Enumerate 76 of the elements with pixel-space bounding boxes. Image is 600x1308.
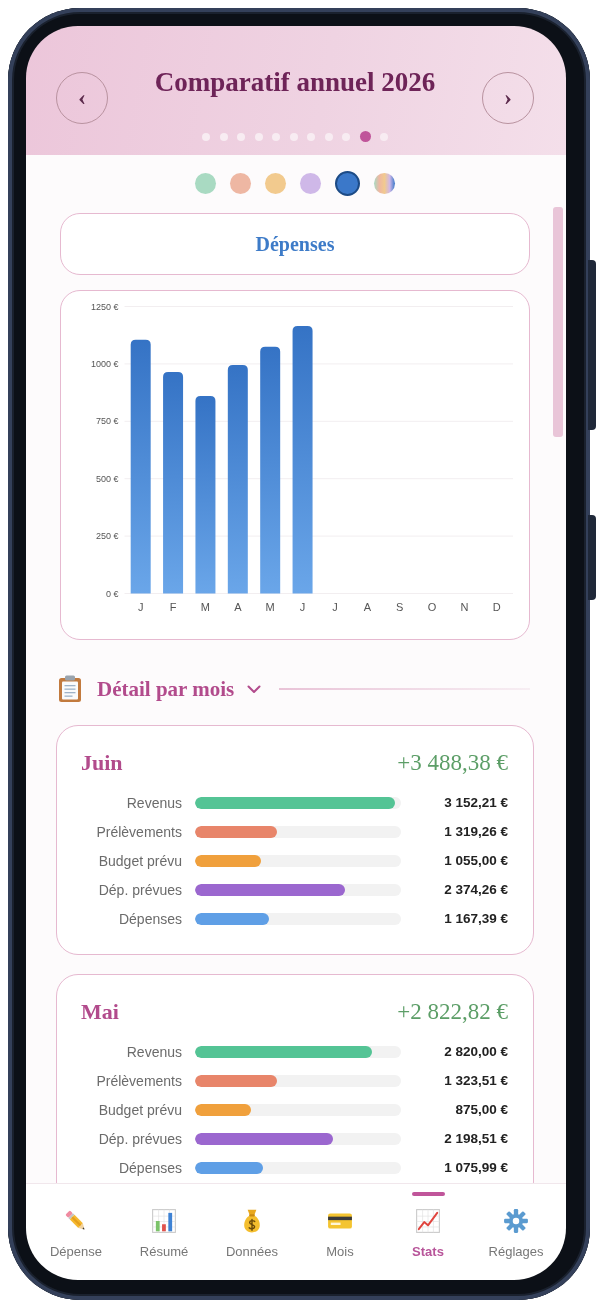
y-axis-label: 500 € (95, 473, 119, 484)
chevron-down-icon[interactable] (247, 684, 262, 694)
x-axis-label: M (200, 601, 210, 613)
row-label: Dép. prévues (97, 1130, 182, 1147)
row-amount: 2 374,26 € (443, 882, 508, 897)
x-axis-label: F (169, 601, 177, 613)
section-title[interactable]: Détail par mois (97, 676, 235, 702)
gear-icon[interactable] (503, 1208, 529, 1234)
page-title: Comparatif annuel 2026 (154, 66, 436, 98)
x-axis-label: A (234, 601, 242, 613)
y-axis-label: 1250 € (90, 301, 119, 312)
row-label: Budget prévu (97, 852, 182, 869)
month-name: Juin (81, 750, 123, 776)
page-dot-icon[interactable] (254, 132, 263, 141)
nav-tab[interactable]: Données (208, 1184, 296, 1280)
page-dot-icon[interactable] (359, 131, 371, 142)
nav-tab[interactable]: Mois (296, 1184, 384, 1280)
line-chart-icon[interactable] (415, 1208, 441, 1234)
y-axis-label: 0 € (106, 588, 119, 599)
color-swatch-icon[interactable] (230, 172, 251, 194)
row-label: Budget prévu (97, 1101, 182, 1118)
page-dot-icon[interactable] (237, 132, 245, 141)
row-label: Dép. prévues (97, 881, 182, 898)
x-axis-label: N (460, 601, 469, 613)
row-amount: 875,00 € (454, 1102, 508, 1117)
x-axis-label: J (299, 601, 306, 613)
row-label: Prélèvements (95, 823, 182, 840)
month-balance: +3 488,38 € (397, 750, 508, 776)
side-button[interactable] (588, 260, 596, 430)
nav-tab[interactable]: Dépense (32, 1184, 120, 1280)
page-dot-icon[interactable] (307, 132, 315, 141)
nav-tab[interactable]: Stats (384, 1184, 472, 1280)
page-dot-icon[interactable] (289, 132, 298, 141)
page-dot-icon[interactable] (324, 132, 333, 141)
x-axis-label: A (363, 601, 371, 613)
row-amount: 2 198,51 € (443, 1131, 508, 1146)
y-axis-label: 250 € (95, 531, 119, 542)
row-label: Prélèvements (95, 1072, 182, 1089)
y-axis-label: 1000 € (90, 358, 119, 369)
row-label: Dépenses (117, 910, 182, 927)
color-swatch-icon[interactable] (335, 170, 360, 196)
bar-chart-icon[interactable] (151, 1208, 177, 1234)
row-amount: 1 055,00 € (443, 853, 508, 868)
x-axis-label: D (492, 601, 501, 613)
scrollbar-thumb[interactable] (553, 207, 563, 437)
nav-tab[interactable]: Résumé (120, 1184, 208, 1280)
color-swatch-icon[interactable] (265, 172, 286, 194)
y-axis-label: 750 € (95, 416, 119, 427)
side-button[interactable] (588, 515, 596, 600)
page-dot-icon[interactable] (202, 132, 210, 141)
month-name: Mai (81, 999, 119, 1025)
row-amount: 1 075,99 € (443, 1160, 508, 1175)
color-swatch-icon[interactable] (374, 172, 395, 194)
clipboard-icon (58, 675, 82, 703)
x-axis-label: O (427, 601, 437, 613)
color-swatch-icon[interactable] (300, 172, 321, 194)
row-amount: 1 323,51 € (443, 1073, 508, 1088)
row-amount: 2 820,00 € (443, 1044, 508, 1059)
metric-title: Dépenses (255, 232, 335, 256)
x-axis-label: J (332, 601, 338, 613)
row-label: Dépenses (117, 1159, 182, 1176)
row-amount: 1 319,26 € (443, 824, 508, 839)
active-tab-indicator (411, 1192, 445, 1196)
page-dot-icon[interactable] (342, 132, 350, 141)
color-swatch-icon[interactable] (195, 172, 216, 194)
page-dot-icon[interactable] (219, 132, 228, 141)
month-balance: +2 822,82 € (397, 999, 508, 1025)
x-axis-label: M (265, 601, 275, 613)
x-axis-label: J (137, 601, 144, 613)
row-label: Revenus (125, 1043, 182, 1060)
nav-tab[interactable]: Réglages (472, 1184, 560, 1280)
row-amount: 1 167,39 € (443, 911, 508, 926)
row-amount: 3 152,21 € (443, 795, 508, 810)
x-axis-label: S (396, 601, 404, 613)
page-dot-icon[interactable] (272, 132, 280, 141)
row-label: Revenus (125, 794, 182, 811)
